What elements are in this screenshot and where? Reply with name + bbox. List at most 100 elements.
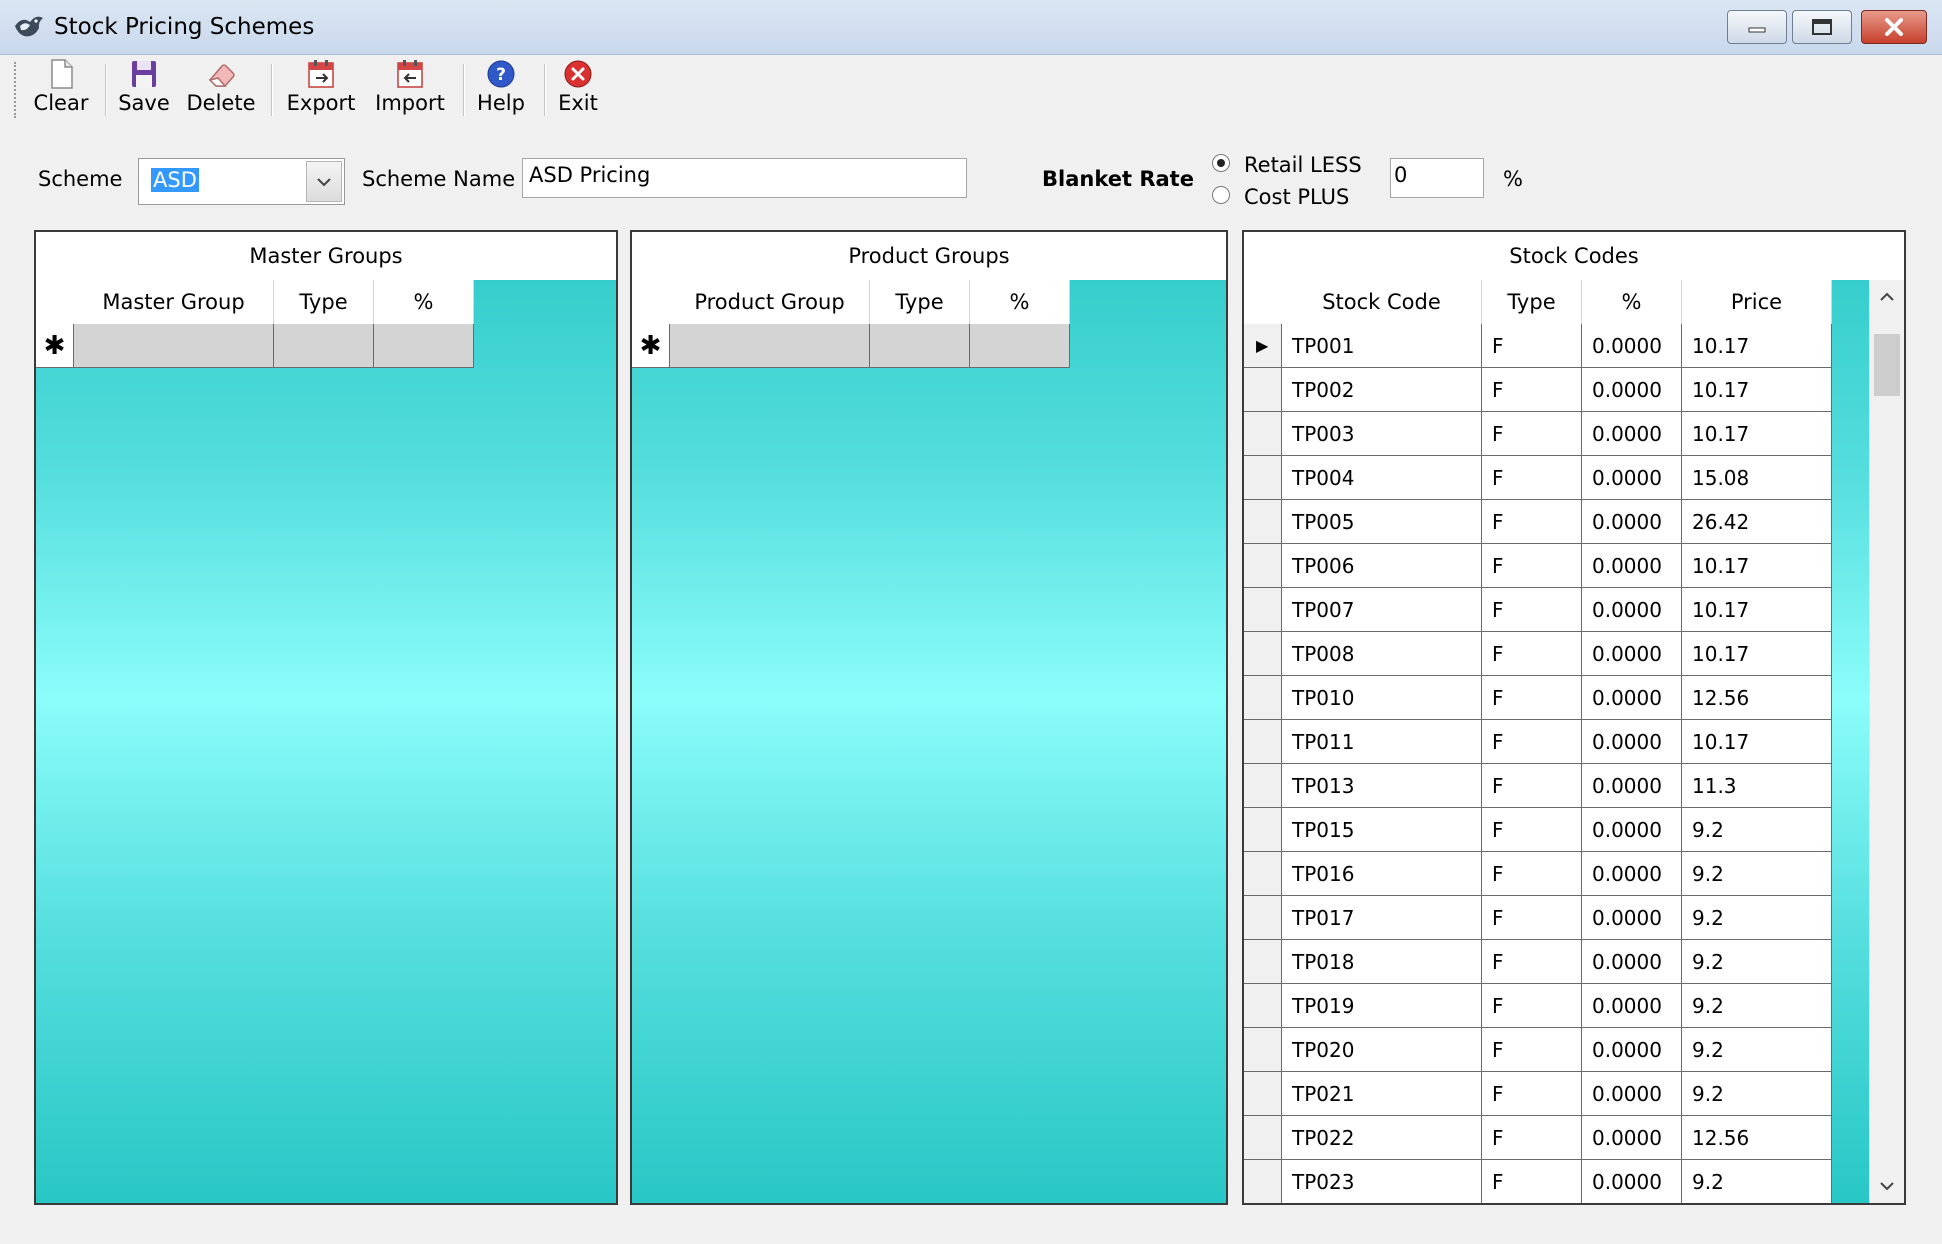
table-row[interactable]: TP023 F 0.0000 9.2 xyxy=(1244,1160,1832,1203)
table-row[interactable]: TP004 F 0.0000 15.08 xyxy=(1244,456,1832,500)
percent-cell[interactable]: 0.0000 xyxy=(1582,412,1682,456)
cost-plus-radio[interactable] xyxy=(1212,186,1230,204)
type-cell[interactable]: F xyxy=(1482,368,1582,412)
table-row[interactable]: TP018 F 0.0000 9.2 xyxy=(1244,940,1832,984)
column-header-price[interactable]: Price xyxy=(1682,280,1832,324)
type-cell[interactable]: F xyxy=(1482,676,1582,720)
column-header-type[interactable]: Type xyxy=(274,280,374,324)
price-cell[interactable]: 12.56 xyxy=(1682,1116,1832,1160)
stock-code-cell[interactable]: TP013 xyxy=(1282,764,1482,808)
table-row[interactable]: TP022 F 0.0000 12.56 xyxy=(1244,1116,1832,1160)
table-row[interactable]: TP021 F 0.0000 9.2 xyxy=(1244,1072,1832,1116)
percent-cell[interactable]: 0.0000 xyxy=(1582,1116,1682,1160)
row-selector[interactable] xyxy=(1244,1028,1282,1072)
delete-button[interactable]: Delete xyxy=(186,58,256,122)
price-cell[interactable]: 10.17 xyxy=(1682,544,1832,588)
row-selector[interactable] xyxy=(1244,456,1282,500)
row-selector[interactable] xyxy=(1244,808,1282,852)
type-cell[interactable]: F xyxy=(1482,588,1582,632)
column-header-product-group[interactable]: Product Group xyxy=(670,280,870,324)
stock-code-cell[interactable]: TP015 xyxy=(1282,808,1482,852)
type-cell[interactable]: F xyxy=(1482,764,1582,808)
stock-code-cell[interactable]: TP001 xyxy=(1282,324,1482,368)
product-groups-grid[interactable]: Product Groups Product Group Type % ✱ xyxy=(630,230,1228,1205)
table-row[interactable]: TP011 F 0.0000 10.17 xyxy=(1244,720,1832,764)
scheme-name-field[interactable]: ASD Pricing xyxy=(522,158,967,198)
stock-code-cell[interactable]: TP007 xyxy=(1282,588,1482,632)
stock-code-cell[interactable]: TP005 xyxy=(1282,500,1482,544)
type-cell[interactable]: F xyxy=(1482,544,1582,588)
retail-less-radio[interactable] xyxy=(1212,154,1230,172)
price-cell[interactable]: 10.17 xyxy=(1682,720,1832,764)
type-cell[interactable]: F xyxy=(1482,808,1582,852)
type-cell[interactable]: F xyxy=(1482,1072,1582,1116)
price-cell[interactable]: 9.2 xyxy=(1682,1028,1832,1072)
row-selector[interactable] xyxy=(1244,368,1282,412)
table-row[interactable]: TP017 F 0.0000 9.2 xyxy=(1244,896,1832,940)
stock-code-cell[interactable]: TP006 xyxy=(1282,544,1482,588)
price-cell[interactable]: 12.56 xyxy=(1682,676,1832,720)
price-cell[interactable]: 9.2 xyxy=(1682,1072,1832,1116)
type-cell[interactable]: F xyxy=(1482,940,1582,984)
percent-cell[interactable]: 0.0000 xyxy=(1582,896,1682,940)
close-button[interactable] xyxy=(1861,10,1927,44)
vertical-scrollbar[interactable] xyxy=(1869,280,1904,1203)
column-header-master-group[interactable]: Master Group xyxy=(74,280,274,324)
stock-code-cell[interactable]: TP016 xyxy=(1282,852,1482,896)
price-cell[interactable]: 9.2 xyxy=(1682,940,1832,984)
title-bar[interactable]: Stock Pricing Schemes xyxy=(0,0,1942,55)
price-cell[interactable]: 10.17 xyxy=(1682,324,1832,368)
table-row[interactable]: TP015 F 0.0000 9.2 xyxy=(1244,808,1832,852)
table-row[interactable]: TP019 F 0.0000 9.2 xyxy=(1244,984,1832,1028)
percent-cell[interactable]: 0.0000 xyxy=(1582,544,1682,588)
stock-codes-grid[interactable]: Stock Codes Stock Code Type % Price ▶ TP0… xyxy=(1242,230,1906,1205)
new-row-cell[interactable] xyxy=(274,324,374,368)
type-cell[interactable]: F xyxy=(1482,720,1582,764)
table-row[interactable]: TP003 F 0.0000 10.17 xyxy=(1244,412,1832,456)
row-selector[interactable] xyxy=(1244,896,1282,940)
percent-cell[interactable]: 0.0000 xyxy=(1582,456,1682,500)
percent-cell[interactable]: 0.0000 xyxy=(1582,808,1682,852)
scrollbar-thumb[interactable] xyxy=(1874,334,1900,396)
stock-code-cell[interactable]: TP003 xyxy=(1282,412,1482,456)
percent-cell[interactable]: 0.0000 xyxy=(1582,588,1682,632)
master-groups-grid[interactable]: Master Groups Master Group Type % ✱ xyxy=(34,230,618,1205)
table-row[interactable]: TP013 F 0.0000 11.3 xyxy=(1244,764,1832,808)
stock-code-cell[interactable]: TP018 xyxy=(1282,940,1482,984)
type-cell[interactable]: F xyxy=(1482,412,1582,456)
table-row[interactable]: ▶ TP001 F 0.0000 10.17 xyxy=(1244,324,1832,368)
scroll-up-button[interactable] xyxy=(1870,280,1904,314)
column-header-percent[interactable]: % xyxy=(374,280,474,324)
row-selector[interactable] xyxy=(1244,588,1282,632)
row-selector[interactable] xyxy=(1244,1116,1282,1160)
stock-code-cell[interactable]: TP017 xyxy=(1282,896,1482,940)
column-header-percent[interactable]: % xyxy=(1582,280,1682,324)
type-cell[interactable]: F xyxy=(1482,1028,1582,1072)
new-row-cell[interactable] xyxy=(74,324,274,368)
stock-code-cell[interactable]: TP021 xyxy=(1282,1072,1482,1116)
type-cell[interactable]: F xyxy=(1482,324,1582,368)
table-row[interactable]: TP005 F 0.0000 26.42 xyxy=(1244,500,1832,544)
scroll-down-button[interactable] xyxy=(1870,1169,1904,1203)
retail-less-label[interactable]: Retail LESS xyxy=(1244,153,1362,177)
row-selector[interactable] xyxy=(1244,984,1282,1028)
price-cell[interactable]: 10.17 xyxy=(1682,412,1832,456)
table-row[interactable]: TP006 F 0.0000 10.17 xyxy=(1244,544,1832,588)
column-header-type[interactable]: Type xyxy=(1482,280,1582,324)
type-cell[interactable]: F xyxy=(1482,500,1582,544)
price-cell[interactable]: 15.08 xyxy=(1682,456,1832,500)
percent-cell[interactable]: 0.0000 xyxy=(1582,500,1682,544)
table-row[interactable]: TP020 F 0.0000 9.2 xyxy=(1244,1028,1832,1072)
new-row-cell[interactable] xyxy=(670,324,870,368)
type-cell[interactable]: F xyxy=(1482,984,1582,1028)
cost-plus-label[interactable]: Cost PLUS xyxy=(1244,185,1349,209)
price-cell[interactable]: 11.3 xyxy=(1682,764,1832,808)
percent-cell[interactable]: 0.0000 xyxy=(1582,676,1682,720)
import-button[interactable]: Import xyxy=(372,58,448,122)
stock-code-cell[interactable]: TP020 xyxy=(1282,1028,1482,1072)
stock-code-cell[interactable]: TP019 xyxy=(1282,984,1482,1028)
row-selector[interactable] xyxy=(1244,852,1282,896)
row-selector[interactable] xyxy=(1244,1160,1282,1203)
type-cell[interactable]: F xyxy=(1482,632,1582,676)
row-selector[interactable] xyxy=(1244,544,1282,588)
